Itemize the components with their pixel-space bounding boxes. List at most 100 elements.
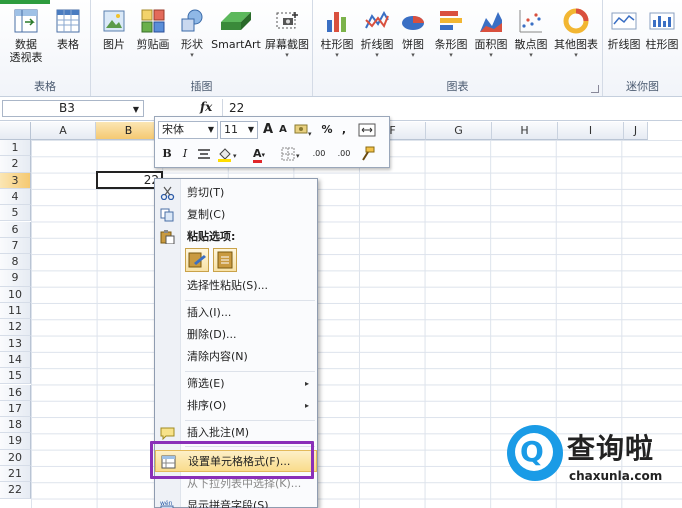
menu-item-delete[interactable]: 删除(D)... bbox=[155, 324, 317, 346]
increase-decimal-button[interactable]: .00 bbox=[308, 145, 330, 163]
shapes-button[interactable]: 形状 ▾ bbox=[177, 8, 207, 59]
column-header-b[interactable]: B bbox=[96, 122, 162, 140]
row-header-18[interactable]: 18 bbox=[0, 417, 31, 434]
svg-text:▾: ▾ bbox=[233, 152, 237, 160]
borders-button[interactable]: ▾ bbox=[280, 145, 304, 163]
row-header-1[interactable]: 1 bbox=[0, 140, 31, 157]
phonetic-icon: wén bbox=[160, 499, 175, 508]
menu-separator bbox=[185, 371, 315, 372]
bar-chart-label: 条形图 bbox=[434, 38, 468, 51]
merge-center-button[interactable] bbox=[356, 121, 378, 139]
watermark-logo-letter: Q bbox=[520, 435, 544, 468]
menu-item-sort[interactable]: 排序(O) ▸ bbox=[155, 395, 317, 417]
sparkline-line-icon bbox=[611, 8, 637, 34]
pivot-table-icon bbox=[13, 8, 39, 34]
watermark-brand: 查询啦 bbox=[567, 432, 655, 465]
row-header-19[interactable]: 19 bbox=[0, 433, 31, 450]
row-header-9[interactable]: 9 bbox=[0, 270, 31, 287]
row-header-5[interactable]: 5 bbox=[0, 205, 31, 222]
format-painter-icon[interactable] bbox=[358, 145, 376, 163]
row-header-15[interactable]: 15 bbox=[0, 368, 31, 385]
column-header-a[interactable]: A bbox=[31, 122, 96, 140]
chevron-down-icon: ▾ bbox=[529, 51, 533, 59]
percent-style-button[interactable]: % bbox=[320, 121, 334, 139]
name-box[interactable]: B3 ▼ bbox=[2, 100, 144, 117]
column-header-h[interactable]: H bbox=[492, 122, 558, 140]
decrease-decimal-button[interactable]: .00 bbox=[333, 145, 355, 163]
line-chart-button[interactable]: 折线图 ▾ bbox=[357, 8, 397, 59]
row-header-6[interactable]: 6 bbox=[0, 221, 31, 238]
column-header-j[interactable]: J bbox=[624, 122, 648, 140]
row-header-3[interactable]: 3 bbox=[0, 172, 31, 189]
picture-button[interactable]: 图片 bbox=[97, 8, 131, 51]
menu-item-label: 复制(C) bbox=[187, 208, 226, 221]
font-color-letter: A bbox=[252, 147, 262, 163]
column-header-g[interactable]: G bbox=[426, 122, 492, 140]
smartart-button[interactable]: SmartArt bbox=[209, 8, 263, 51]
insert-function-button[interactable]: fx bbox=[200, 100, 212, 114]
menu-item-clear-contents[interactable]: 清除内容(N) bbox=[155, 346, 317, 368]
row-header-10[interactable]: 10 bbox=[0, 286, 31, 303]
row-header-4[interactable]: 4 bbox=[0, 188, 31, 206]
function-area: fx bbox=[146, 100, 216, 117]
menu-item-cut[interactable]: 剪切(T) bbox=[155, 182, 317, 204]
shrink-font-button[interactable]: A bbox=[277, 121, 289, 139]
row-header-7[interactable]: 7 bbox=[0, 237, 31, 255]
menu-item-label: 显示拼音字段(S) bbox=[187, 499, 269, 508]
paste-keep-format-icon[interactable] bbox=[185, 248, 209, 272]
row-header-21[interactable]: 21 bbox=[0, 466, 31, 483]
row-header-17[interactable]: 17 bbox=[0, 400, 31, 418]
menu-item-show-phonetic[interactable]: wén 显示拼音字段(S) bbox=[155, 495, 317, 508]
row-header-2[interactable]: 2 bbox=[0, 156, 31, 173]
chevron-down-icon: ▾ bbox=[335, 51, 339, 59]
menu-item-insert[interactable]: 插入(I)... bbox=[155, 302, 317, 324]
screenshot-button[interactable]: 屏幕截图 ▾ bbox=[263, 8, 311, 59]
select-all-corner[interactable] bbox=[0, 122, 31, 140]
comma-style-button[interactable]: , bbox=[338, 121, 350, 139]
sparkline-line-button[interactable]: 折线图 bbox=[605, 8, 643, 51]
watermark-domain: chaxunla.com bbox=[569, 469, 663, 483]
menu-item-label: 粘贴选项: bbox=[187, 230, 236, 243]
other-charts-button[interactable]: 其他图表 ▾ bbox=[551, 8, 601, 59]
table-button[interactable]: 表格 bbox=[50, 8, 86, 51]
menu-item-copy[interactable]: 复制(C) bbox=[155, 204, 317, 226]
pivot-table-button[interactable]: 数据 透视表 bbox=[4, 8, 48, 64]
italic-button[interactable]: I bbox=[178, 145, 192, 163]
row-header-20[interactable]: 20 bbox=[0, 449, 31, 466]
menu-item-paste-special[interactable]: 选择性粘贴(S)... bbox=[155, 275, 317, 297]
dialog-launcher-icon[interactable] bbox=[591, 85, 599, 93]
chevron-down-icon[interactable]: ▼ bbox=[133, 102, 139, 117]
font-size-select[interactable]: 11 ▼ bbox=[220, 121, 258, 139]
chevron-down-icon: ▾ bbox=[190, 51, 194, 59]
row-header-22[interactable]: 22 bbox=[0, 482, 31, 499]
active-cell[interactable]: 22 bbox=[96, 171, 163, 189]
area-chart-button[interactable]: 面积图 ▾ bbox=[471, 8, 511, 59]
row-header-14[interactable]: 14 bbox=[0, 351, 31, 369]
chevron-down-icon: ▾ bbox=[375, 51, 379, 59]
clipart-button[interactable]: 剪贴画 bbox=[133, 8, 173, 51]
menu-item-filter[interactable]: 筛选(E) ▸ bbox=[155, 373, 317, 395]
fill-color-button[interactable]: ▾ bbox=[216, 145, 242, 163]
align-center-button[interactable] bbox=[196, 145, 212, 163]
scissors-icon bbox=[160, 186, 175, 201]
font-color-button[interactable]: A▾ bbox=[246, 145, 272, 163]
sparkline-column-button[interactable]: 柱形图 bbox=[643, 8, 681, 51]
column-chart-button[interactable]: 柱形图 ▾ bbox=[317, 8, 357, 59]
font-name-select[interactable]: 宋体 ▼ bbox=[158, 121, 218, 139]
table-label: 表格 bbox=[57, 38, 79, 51]
grow-font-button[interactable]: A bbox=[261, 121, 275, 139]
column-header-i[interactable]: I bbox=[558, 122, 624, 140]
scatter-chart-icon bbox=[518, 8, 544, 34]
paste-values-icon[interactable] bbox=[213, 248, 237, 272]
scatter-chart-button[interactable]: 散点图 ▾ bbox=[511, 8, 551, 59]
row-header-8[interactable]: 8 bbox=[0, 254, 31, 271]
accounting-format-button[interactable]: ▾ bbox=[292, 121, 316, 139]
mini-toolbar-row-2: B I ▾ A▾ ▾ .00 .00 bbox=[158, 144, 388, 164]
row-header-16[interactable]: 16 bbox=[0, 384, 31, 401]
bold-button[interactable]: B bbox=[160, 145, 174, 163]
row-header-13[interactable]: 13 bbox=[0, 335, 31, 352]
row-header-11[interactable]: 11 bbox=[0, 303, 31, 320]
row-header-12[interactable]: 12 bbox=[0, 319, 31, 336]
pie-chart-button[interactable]: 饼图 ▾ bbox=[397, 8, 429, 59]
bar-chart-button[interactable]: 条形图 ▾ bbox=[431, 8, 471, 59]
